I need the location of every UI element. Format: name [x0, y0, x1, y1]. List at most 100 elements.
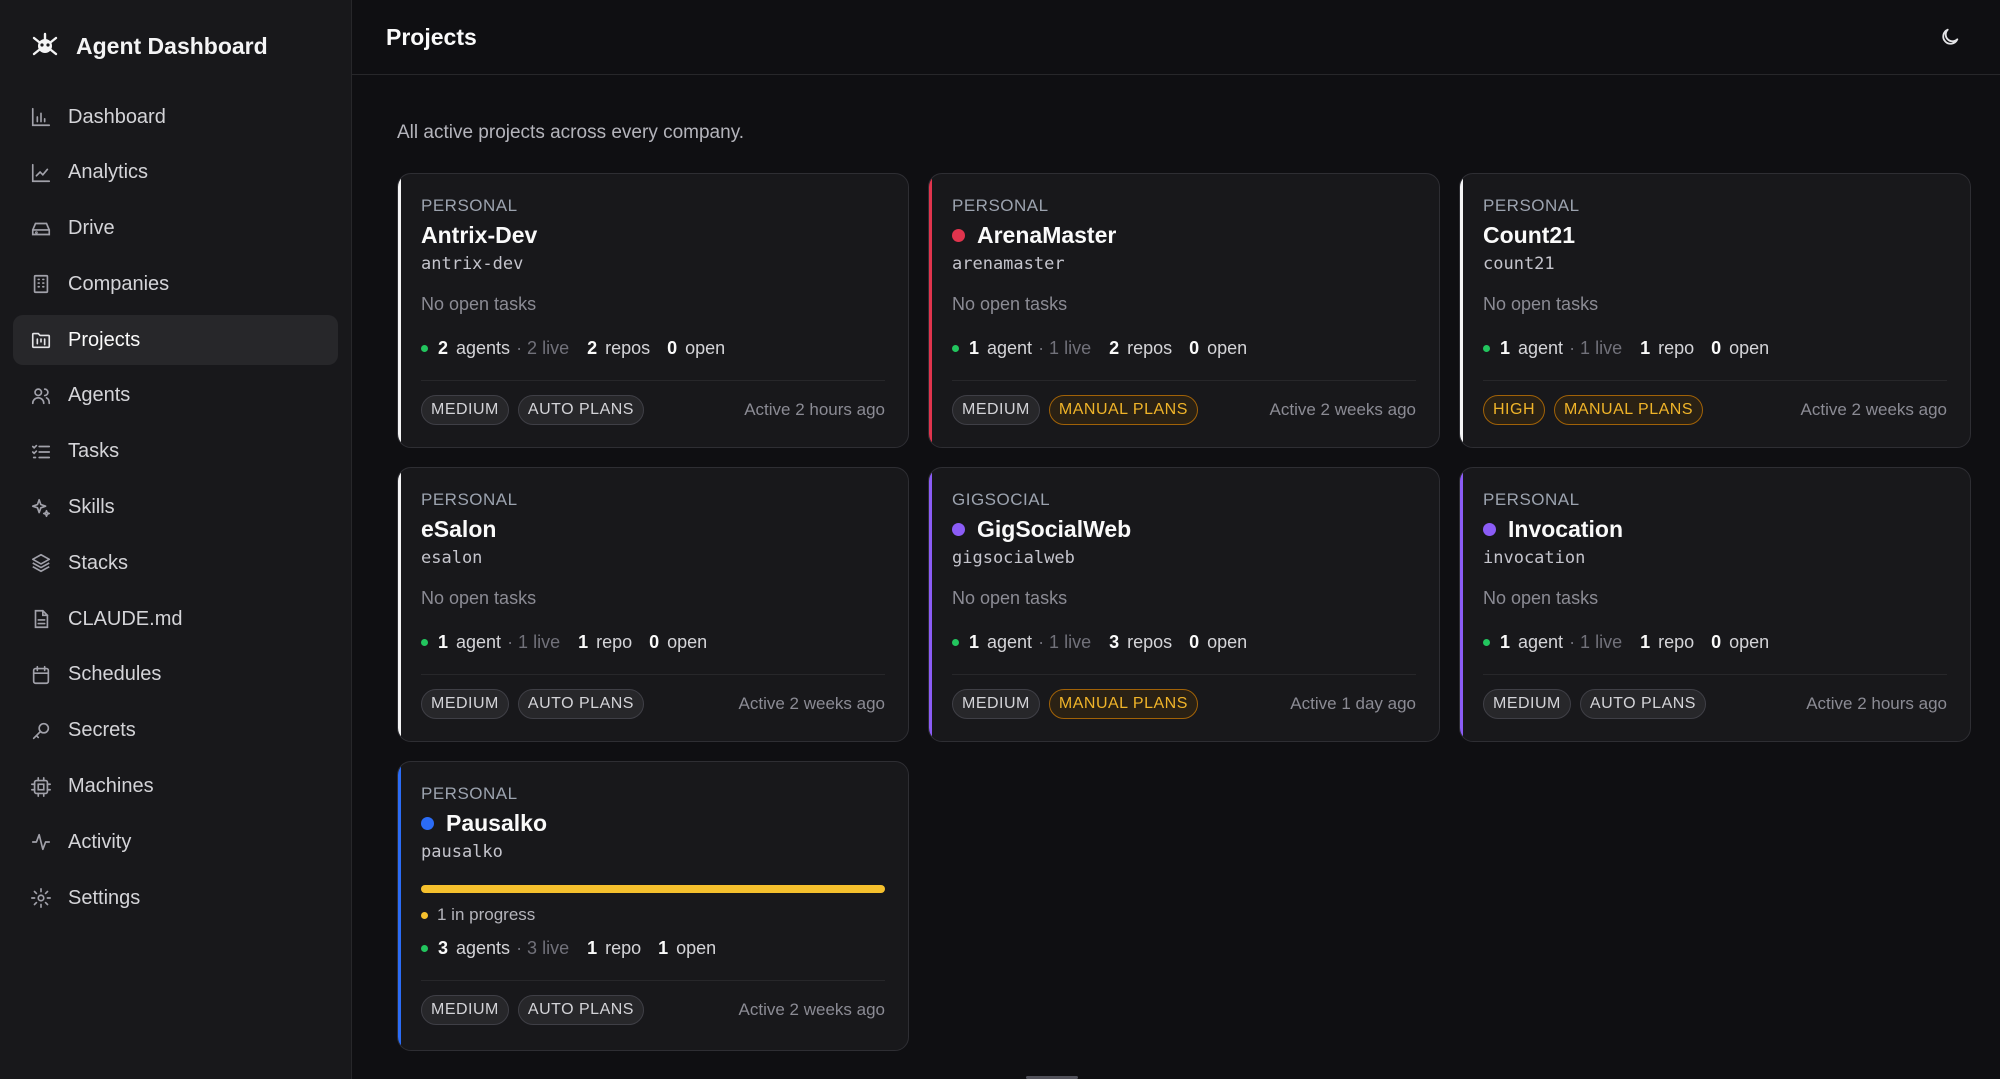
agents-label: agents — [456, 937, 511, 958]
repos-count: 1 — [587, 937, 598, 958]
repos-label: repo — [596, 631, 633, 652]
project-slug: antrix-dev — [421, 254, 524, 274]
agents-count: 1 — [1500, 631, 1511, 652]
sidebar-item-stacks[interactable]: Stacks — [13, 538, 338, 588]
divider — [421, 674, 885, 675]
repos-count: 2 — [587, 337, 598, 358]
project-name: eSalon — [421, 514, 885, 544]
project-card[interactable]: PERSONAL eSalon esalon No open tasks 1 ag… — [397, 467, 909, 742]
card-accent — [929, 468, 932, 741]
priority-badge: MEDIUM — [421, 394, 509, 425]
progress-bar — [421, 885, 885, 893]
project-card[interactable]: PERSONAL ArenaMaster arenamaster No open… — [928, 173, 1440, 448]
project-name-text: Pausalko — [446, 809, 547, 836]
moon-icon[interactable] — [1932, 19, 1968, 55]
open-count: 0 — [649, 631, 660, 652]
open-label: open — [676, 937, 717, 958]
sidebar-item-label: Stacks — [68, 551, 129, 574]
layers-icon — [30, 552, 52, 574]
open-tasks-text: No open tasks — [421, 294, 537, 314]
sidebar-item-projects[interactable]: Projects — [13, 315, 338, 366]
sidebar-item-label: Machines — [68, 775, 154, 798]
in-progress-status: 1 in progress — [421, 904, 885, 926]
project-status-dot — [1483, 522, 1496, 536]
sidebar-item-drive[interactable]: Drive — [13, 204, 338, 254]
sidebar-item-claude-md[interactable]: CLAUDE.md — [13, 594, 338, 644]
status-dot — [952, 344, 959, 352]
live-count: · 1 live — [1038, 337, 1092, 358]
plans-badge: MANUAL PLANS — [1554, 394, 1703, 425]
sidebar-item-secrets[interactable]: Secrets — [13, 706, 338, 756]
live-count: · 1 live — [1569, 631, 1623, 652]
sidebar-item-settings[interactable]: Settings — [13, 873, 338, 923]
sidebar-item-label: Skills — [68, 496, 115, 519]
in-progress-dot — [421, 911, 428, 919]
agents-count: 3 — [438, 937, 449, 958]
agents-label: agent — [1518, 337, 1564, 358]
in-progress-text: 1 in progress — [437, 905, 536, 924]
project-card[interactable]: PERSONAL Antrix-Dev antrix-dev No open t… — [397, 173, 909, 448]
plans-badge: AUTO PLANS — [517, 994, 644, 1025]
project-stats: 3 agents · 3 live 1 repo 1 open — [421, 936, 885, 960]
sidebar-item-companies[interactable]: Companies — [13, 259, 338, 309]
repos-count: 1 — [1640, 337, 1651, 358]
company-label: GIGSOCIAL — [952, 490, 1051, 509]
project-card[interactable]: PERSONAL Count21 count21 No open tasks 1… — [1459, 173, 1971, 448]
agents-label: agents — [456, 337, 511, 358]
project-status-dot — [952, 228, 965, 242]
company-label: PERSONAL — [952, 196, 1049, 215]
cpu-icon — [30, 776, 52, 798]
company-label: PERSONAL — [421, 490, 518, 509]
divider — [1483, 380, 1947, 381]
card-footer: MEDIUM AUTO PLANS Active 2 weeks ago — [421, 688, 885, 719]
agents-label: agent — [987, 337, 1033, 358]
repos-label: repos — [1127, 631, 1173, 652]
project-card[interactable]: PERSONAL Invocation invocation No open t… — [1459, 467, 1971, 742]
repos-count: 1 — [1640, 631, 1651, 652]
agents-count: 1 — [1500, 337, 1511, 358]
project-card[interactable]: PERSONAL Pausalko pausalko 1 in progress… — [397, 761, 909, 1051]
card-footer: MEDIUM AUTO PLANS Active 2 weeks ago — [421, 994, 885, 1025]
agents-label: agent — [987, 631, 1033, 652]
page-title: Projects — [386, 23, 477, 50]
priority-badge: MEDIUM — [952, 394, 1040, 425]
open-tasks-text: No open tasks — [1483, 588, 1599, 608]
company-label: PERSONAL — [1483, 196, 1580, 215]
sidebar-item-label: Drive — [68, 217, 115, 240]
open-count: 0 — [1189, 631, 1200, 652]
sidebar-item-skills[interactable]: Skills — [13, 483, 338, 533]
project-stats: 1 agent · 1 live 1 repo 0 open — [1483, 630, 1947, 654]
last-active: Active 1 day ago — [1290, 693, 1416, 713]
project-name-text: Antrix-Dev — [421, 221, 538, 248]
main-content: Projects All active projects across ever… — [352, 0, 2000, 1079]
sidebar-item-analytics[interactable]: Analytics — [13, 148, 338, 198]
line-chart-icon — [30, 162, 52, 184]
project-card[interactable]: GIGSOCIAL GigSocialWeb gigsocialweb No o… — [928, 467, 1440, 742]
project-stats: 1 agent · 1 live 1 repo 0 open — [421, 630, 885, 654]
status-dot — [952, 638, 959, 646]
sidebar-item-machines[interactable]: Machines — [13, 762, 338, 812]
open-count: 1 — [658, 937, 669, 958]
repos-label: repo — [1658, 337, 1695, 358]
sidebar-item-label: CLAUDE.md — [68, 607, 183, 630]
sidebar-item-schedules[interactable]: Schedules — [13, 650, 338, 700]
project-name: Invocation — [1483, 514, 1947, 544]
projects-grid: PERSONAL Antrix-Dev antrix-dev No open t… — [397, 173, 1972, 1051]
sidebar-item-label: Schedules — [68, 663, 162, 686]
sidebar-item-label: Tasks — [68, 440, 120, 463]
sidebar-item-tasks[interactable]: Tasks — [13, 427, 338, 477]
sidebar-item-dashboard[interactable]: Dashboard — [13, 92, 338, 142]
sparkles-icon — [30, 497, 52, 519]
card-accent — [929, 174, 932, 447]
priority-badge: MEDIUM — [421, 994, 509, 1025]
project-name: ArenaMaster — [952, 220, 1416, 250]
status-dot — [421, 944, 428, 952]
card-accent — [398, 468, 401, 741]
sidebar-item-activity[interactable]: Activity — [13, 817, 338, 867]
last-active: Active 2 weeks ago — [738, 999, 885, 1019]
agents-count: 2 — [438, 337, 449, 358]
sidebar-item-agents[interactable]: Agents — [13, 371, 338, 421]
sidebar-item-label: Agents — [68, 384, 131, 407]
brand[interactable]: Agent Dashboard — [0, 0, 351, 92]
project-slug: count21 — [1483, 254, 1555, 274]
